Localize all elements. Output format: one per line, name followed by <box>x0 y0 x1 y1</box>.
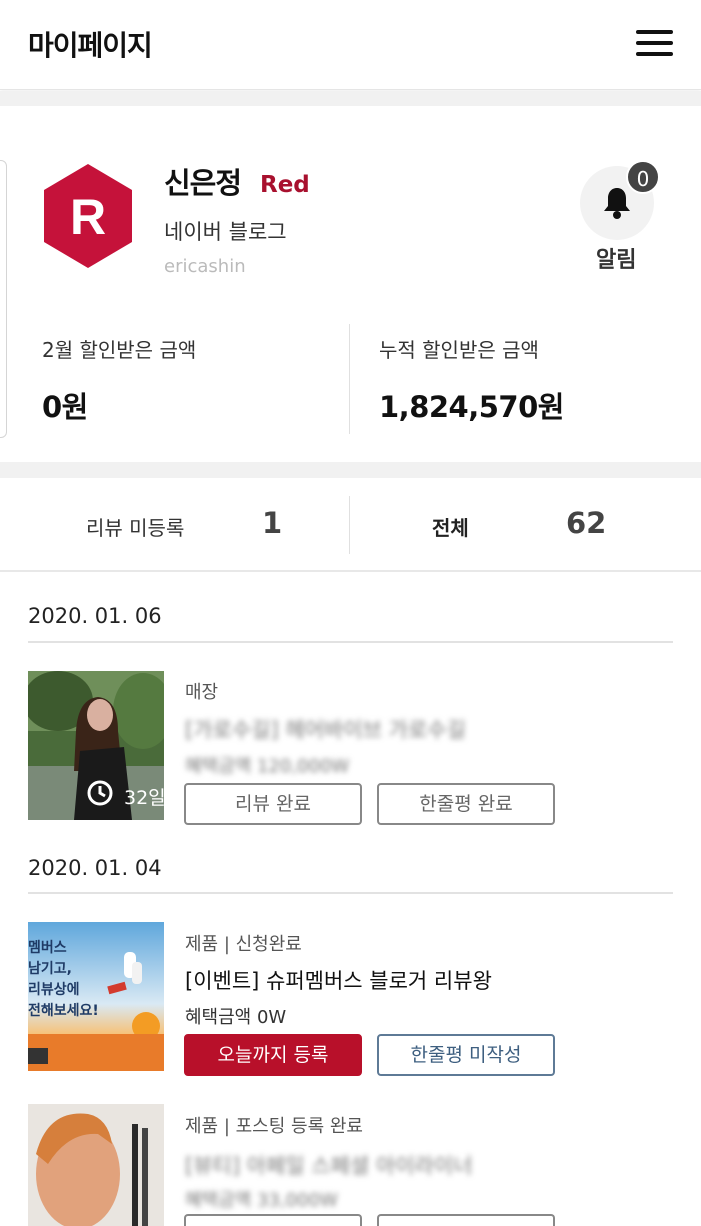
side-drawer-handle[interactable] <box>0 160 7 438</box>
item-thumbnail[interactable]: 멤버스 남기고, 리뷰상에 전해보세요! <box>28 922 164 1071</box>
item-title[interactable]: [가로수길] 헤어바이브 가로수길 <box>185 714 466 744</box>
count-divider <box>349 496 350 554</box>
days-badge: 32일 <box>86 779 164 812</box>
product-photo <box>28 1104 164 1226</box>
profile-section: R 신은정 Red 네이버 블로그 ericashin 0 알림 2월 할인받은… <box>0 106 701 462</box>
bell-icon <box>604 188 630 219</box>
unregistered-tab-label[interactable]: 리뷰 미등록 <box>86 512 184 541</box>
all-tab-label[interactable]: 전체 <box>432 512 469 541</box>
item-amount: 혜택금액 120,000W <box>185 756 350 777</box>
review-count-bar: 리뷰 미등록 1 전체 62 <box>0 478 701 572</box>
total-discount-value: 1,824,570원 <box>379 390 564 424</box>
banner-text: 멤버스 남기고, 리뷰상에 전해보세요! <box>28 940 99 1019</box>
review-complete-button[interactable]: 리뷰 완료 <box>184 783 362 825</box>
logo-letter: R <box>70 189 106 245</box>
item-type: 매장 <box>185 682 219 703</box>
month-discount-label: 2월 할인받은 금액 <box>42 338 197 362</box>
clock-rotate-icon <box>87 780 113 806</box>
date-divider <box>28 892 673 894</box>
page-title: 마이페이지 <box>28 29 153 62</box>
item-thumbnail[interactable] <box>28 1104 164 1226</box>
hamburger-menu-icon[interactable] <box>636 30 673 56</box>
notification-label[interactable]: 알림 <box>596 242 636 274</box>
item-type: 제품 | 포스팅 등록 완료 <box>185 1116 363 1137</box>
days-count: 32일 <box>124 787 164 809</box>
item-title[interactable]: [이벤트] 슈퍼멤버스 블로거 리뷰왕 <box>185 965 492 995</box>
item-amount: 혜택금액 33,000W <box>185 1190 338 1211</box>
grade-label: Red <box>260 172 310 198</box>
unregistered-count[interactable]: 1 <box>262 506 282 540</box>
write-oneline-button[interactable]: 한줄평 미작성 <box>377 1034 555 1076</box>
top-header: 마이페이지 <box>0 0 701 90</box>
stat-divider <box>349 324 350 434</box>
item-title[interactable]: [뷰티] 아페일 스페셜 아이라이너 <box>185 1150 473 1180</box>
item-type: 제품 | 신청완료 <box>185 934 302 955</box>
item-thumbnail[interactable]: 32일 <box>28 671 164 820</box>
grade-logo: R <box>44 164 132 268</box>
date-divider <box>28 641 673 643</box>
date-header: 2020. 01. 06 <box>28 604 162 628</box>
section-divider <box>0 91 701 106</box>
item-action-button[interactable] <box>184 1214 362 1226</box>
oneline-complete-button[interactable]: 한줄평 완료 <box>377 783 555 825</box>
register-today-button[interactable]: 오늘까지 등록 <box>184 1034 362 1076</box>
month-discount-value: 0원 <box>42 390 88 424</box>
item-amount: 혜택금액 0W <box>185 1007 287 1028</box>
all-count[interactable]: 62 <box>566 506 606 540</box>
user-id: ericashin <box>164 256 246 277</box>
date-header: 2020. 01. 04 <box>28 856 162 880</box>
item-action-button[interactable] <box>377 1214 555 1226</box>
blog-type: 네이버 블로그 <box>164 220 287 244</box>
user-name: 신은정 <box>164 166 242 200</box>
section-divider <box>0 462 701 478</box>
total-discount-label: 누적 할인받은 금액 <box>379 338 539 362</box>
notification-count-badge: 0 <box>626 160 660 194</box>
